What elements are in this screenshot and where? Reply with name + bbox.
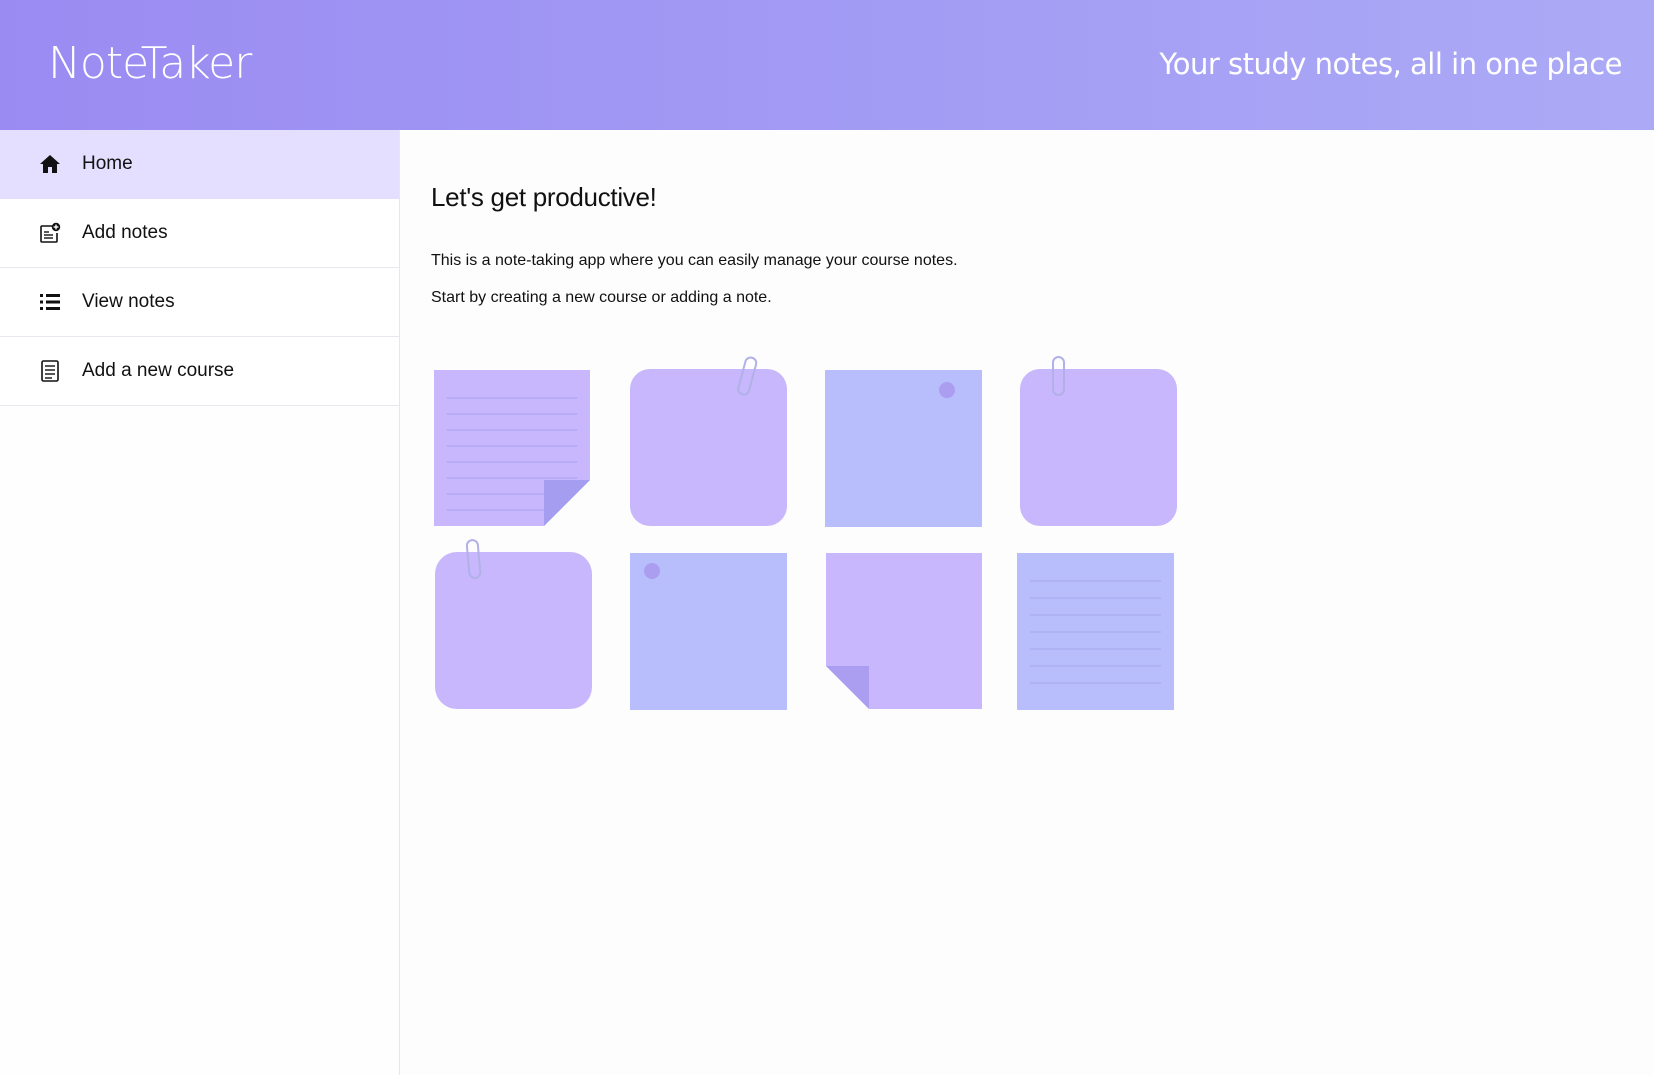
sticky-note-pinned — [825, 370, 982, 527]
document-icon — [38, 359, 62, 383]
sticky-note-pinned — [630, 553, 787, 710]
sticky-note-paperclip — [435, 539, 592, 709]
sticky-note-folded — [826, 553, 982, 709]
add-note-icon — [38, 221, 62, 245]
sidebar: Home Add notes View notes Add a new cour… — [0, 130, 400, 1075]
sidebar-item-home[interactable]: Home — [0, 130, 399, 199]
sidebar-item-add-notes[interactable]: Add notes — [0, 199, 399, 268]
sticky-note-lined — [1017, 553, 1174, 710]
sidebar-item-label: Add notes — [82, 222, 168, 243]
sidebar-item-label: View notes — [82, 291, 175, 312]
intro-text: This is a note-taking app where you can … — [431, 252, 958, 269]
sticky-note-paperclip — [1020, 356, 1177, 526]
page-title: Let's get productive! — [431, 182, 657, 212]
home-icon — [38, 152, 62, 176]
sidebar-item-label: Add a new course — [82, 360, 235, 381]
main-content: Let's get productive! This is a note-tak… — [400, 130, 1654, 1075]
app-title: NoteTaker — [48, 38, 252, 89]
list-icon — [38, 290, 62, 314]
sticky-note-lined-folded — [434, 370, 590, 526]
sidebar-item-view-notes[interactable]: View notes — [0, 268, 399, 337]
header-tagline: Your study notes, all in one place — [1159, 47, 1622, 81]
sidebar-item-add-course[interactable]: Add a new course — [0, 337, 399, 406]
app-header: NoteTaker Your study notes, all in one p… — [0, 0, 1654, 130]
sticky-note-paperclip — [630, 356, 787, 526]
intro-text-secondary: Start by creating a new course or adding… — [431, 289, 772, 306]
sidebar-item-label: Home — [82, 153, 133, 174]
